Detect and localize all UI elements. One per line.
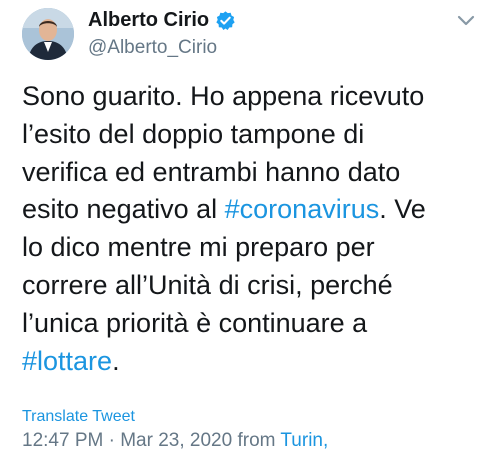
meta-separator: · [103,430,121,451]
tweet-text-line: l’unica priorità è continuare a [22,305,492,343]
chevron-down-icon[interactable] [456,14,476,28]
author-name[interactable]: Alberto Cirio [88,9,236,32]
tweet-text-segment: verifica ed entrambi hanno dato [22,156,401,187]
tweet-text-segment: lo dico mentre mi preparo per [22,232,375,263]
avatar[interactable] [22,8,74,60]
tweet-text-segment: esito negativo al [22,194,225,225]
verified-badge-icon [215,10,236,31]
tweet-text-line: esito negativo al #coronavirus. Ve [22,191,492,229]
tweet-text: Sono guarito. Ho appena ricevuto l’esito … [22,78,492,380]
tweet-location-link[interactable]: Turin, [280,430,328,451]
translate-tweet-link[interactable]: Translate Tweet [22,408,135,426]
tweet-text-line: #lottare. [22,343,492,381]
avatar-photo [22,8,74,60]
tweet-text-segment: . Ve [379,194,426,225]
tweet-text-line: Sono guarito. Ho appena ricevuto [22,78,492,116]
tweet-text-line: correre all’Unità di crisi, perché [22,267,492,305]
tweet-text-line: lo dico mentre mi preparo per [22,229,492,267]
tweet-text-segment: Sono guarito. Ho appena ricevuto [22,81,425,111]
tweet-time[interactable]: 12:47 PM [22,430,103,451]
tweet-text-line: l’esito del doppio tampone di [22,116,492,154]
tweet-text-segment: . [112,345,120,376]
author-name-text: Alberto Cirio [88,9,210,31]
tweet-text-segment: l’unica priorità è continuare a [22,307,368,338]
hashtag-link[interactable]: #lottare [22,346,112,376]
author-handle[interactable]: @Alberto_Cirio [88,37,217,59]
tweet-text-segment: l’esito del doppio tampone di [22,118,365,149]
tweet-text-line: verifica ed entrambi hanno dato [22,154,492,192]
tweet-date[interactable]: Mar 23, 2020 [120,430,232,451]
hashtag-link[interactable]: #coronavirus [225,194,380,224]
tweet-text-segment: correre all’Unità di crisi, perché [22,269,393,300]
tweet-meta: 12:47 PM · Mar 23, 2020 from Turin, [22,430,328,452]
meta-from-label: from [232,430,281,451]
